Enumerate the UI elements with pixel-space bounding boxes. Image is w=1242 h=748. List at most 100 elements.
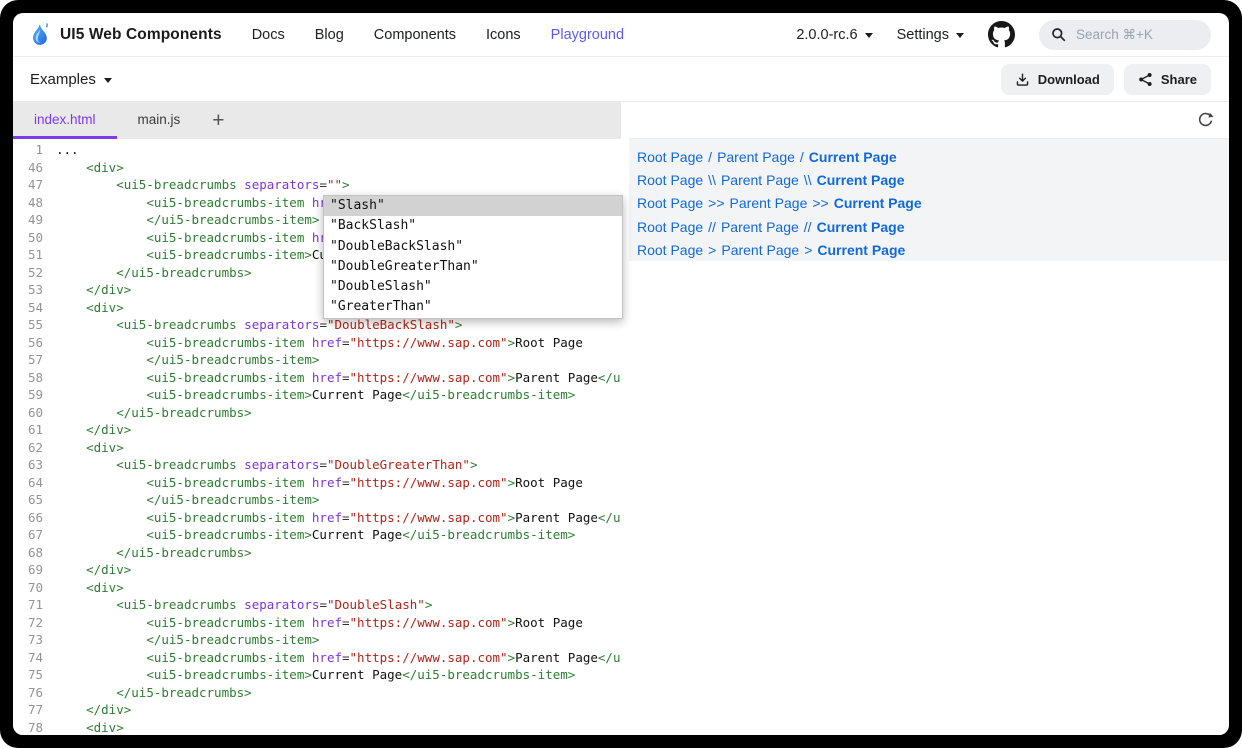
line-number: 49: [13, 211, 43, 229]
line-content: </ui5-breadcrumbs>: [56, 684, 621, 702]
github-icon: [988, 21, 1015, 48]
breadcrumb-separator: >>: [708, 195, 724, 211]
breadcrumb-link[interactable]: Root Page: [637, 195, 703, 211]
refresh-button[interactable]: [1197, 112, 1214, 129]
line-number: 55: [13, 316, 43, 334]
line-number: 74: [13, 649, 43, 667]
autocomplete-popup: "Slash""BackSlash""DoubleBackSlash""Doub…: [323, 195, 623, 319]
screenshot-window: { "header": { "brand": "UI5 Web Componen…: [0, 0, 1242, 748]
nav-playground[interactable]: Playground: [551, 27, 624, 43]
autocomplete-option[interactable]: "BackSlash": [324, 216, 622, 236]
code-line: 47 <ui5-breadcrumbs separators="">: [13, 176, 621, 194]
breadcrumb-current[interactable]: Current Page: [817, 219, 905, 235]
examples-dropdown[interactable]: Examples: [30, 71, 112, 88]
line-number: 63: [13, 456, 43, 474]
line-content: </ui5-breadcrumbs-item>: [56, 351, 621, 369]
code-line: 60 </ui5-breadcrumbs>: [13, 404, 621, 422]
code-line: 68 </ui5-breadcrumbs>: [13, 544, 621, 562]
code-line: 73 </ui5-breadcrumbs-item>: [13, 631, 621, 649]
main-nav: Docs Blog Components Icons Playground: [252, 27, 624, 43]
tab-index.html[interactable]: index.html: [13, 102, 117, 139]
breadcrumb-link[interactable]: Parent Page: [717, 149, 795, 165]
breadcrumb-link[interactable]: Parent Page: [721, 219, 799, 235]
line-content: <ui5-breadcrumbs-item href="https://www.…: [56, 474, 621, 492]
app-window: UI5 Web Components Docs Blog Components Ico…: [13, 13, 1229, 735]
breadcrumb-link[interactable]: Parent Page: [721, 242, 799, 258]
autocomplete-option[interactable]: "GreaterThan": [324, 297, 622, 317]
settings-dropdown[interactable]: Settings: [897, 27, 964, 43]
nav-docs[interactable]: Docs: [252, 27, 285, 43]
breadcrumb-link[interactable]: Root Page: [637, 242, 703, 258]
breadcrumb: Root Page\\Parent Page\\Current Page: [629, 168, 1229, 191]
line-number: 58: [13, 369, 43, 387]
version-label: 2.0.0-rc.6: [796, 27, 857, 43]
brand[interactable]: UI5 Web Components: [29, 21, 222, 49]
tab-main.js[interactable]: main.js: [117, 102, 202, 139]
breadcrumb: Root Page>Parent Page>Current Page: [629, 239, 1229, 262]
code-line: 70 <div>: [13, 579, 621, 597]
download-label: Download: [1038, 72, 1100, 87]
code-line: 63 <ui5-breadcrumbs separators="DoubleGr…: [13, 456, 621, 474]
autocomplete-option[interactable]: "Slash": [324, 196, 622, 216]
preview-toolbar: [629, 102, 1229, 139]
autocomplete-option[interactable]: "DoubleGreaterThan": [324, 257, 622, 277]
line-number: 72: [13, 614, 43, 632]
line-number: 57: [13, 351, 43, 369]
code-line: 72 <ui5-breadcrumbs-item href="https://w…: [13, 614, 621, 632]
github-link[interactable]: [988, 21, 1015, 48]
preview-pane: Root Page/Parent Page/Current PageRoot P…: [629, 102, 1229, 735]
line-content: <ui5-breadcrumbs-item href="https://www.…: [56, 614, 621, 632]
line-content: <ui5-breadcrumbs-item href="https://www.…: [56, 649, 621, 667]
line-number: 61: [13, 421, 43, 439]
code-line: 74 <ui5-breadcrumbs-item href="https://w…: [13, 649, 621, 667]
code-line: 61 </div>: [13, 421, 621, 439]
breadcrumb-link[interactable]: Parent Page: [730, 195, 808, 211]
examples-toolbar: Examples Download Share: [13, 57, 1229, 102]
line-content: </div>: [56, 421, 621, 439]
code-line: 76 </ui5-breadcrumbs>: [13, 684, 621, 702]
share-button[interactable]: Share: [1124, 64, 1211, 95]
nav-blog[interactable]: Blog: [315, 27, 344, 43]
line-content: <div>: [56, 579, 621, 597]
navbar-right: 2.0.0-rc.6 Settings: [796, 20, 1211, 50]
breadcrumb-current[interactable]: Current Page: [809, 149, 897, 165]
download-button[interactable]: Download: [1001, 64, 1114, 95]
breadcrumb-current[interactable]: Current Page: [834, 195, 922, 211]
line-content: </div>: [56, 561, 621, 579]
code-line: 62 <div>: [13, 439, 621, 457]
search-box[interactable]: [1039, 20, 1211, 50]
line-number: 54: [13, 299, 43, 317]
code-line: 1...: [13, 141, 621, 159]
line-number: 50: [13, 229, 43, 247]
line-content: </ui5-breadcrumbs-item>: [56, 631, 621, 649]
breadcrumb-link[interactable]: Root Page: [637, 172, 703, 188]
line-number: 69: [13, 561, 43, 579]
add-tab-button[interactable]: +: [201, 102, 235, 139]
breadcrumb-current[interactable]: Current Page: [817, 242, 905, 258]
line-content: <div>: [56, 159, 621, 177]
version-dropdown[interactable]: 2.0.0-rc.6: [796, 27, 872, 43]
line-number: 65: [13, 491, 43, 509]
line-number: 64: [13, 474, 43, 492]
autocomplete-option[interactable]: "DoubleSlash": [324, 277, 622, 297]
breadcrumb-link[interactable]: Parent Page: [721, 172, 799, 188]
breadcrumb-link[interactable]: Root Page: [637, 219, 703, 235]
nav-icons[interactable]: Icons: [486, 27, 521, 43]
autocomplete-option[interactable]: "DoubleBackSlash": [324, 237, 622, 257]
line-number: 53: [13, 281, 43, 299]
breadcrumb-separator: >>: [812, 195, 828, 211]
breadcrumb-current[interactable]: Current Page: [817, 172, 905, 188]
breadcrumb: Root Page>>Parent Page>>Current Page: [629, 192, 1229, 215]
chevron-down-icon: [865, 33, 873, 38]
breadcrumb-link[interactable]: Root Page: [637, 149, 703, 165]
breadcrumb-separator: //: [804, 219, 812, 235]
code-line: 67 <ui5-breadcrumbs-item>Current Page</u…: [13, 526, 621, 544]
code-line: 78 <div>: [13, 719, 621, 736]
code-line: 58 <ui5-breadcrumbs-item href="https://w…: [13, 369, 621, 387]
top-navbar: UI5 Web Components Docs Blog Components Ico…: [13, 13, 1229, 57]
search-input[interactable]: [1074, 26, 1194, 43]
breadcrumb: Root Page/Parent Page/Current Page: [629, 145, 1229, 168]
nav-components[interactable]: Components: [374, 27, 456, 43]
line-number: 1: [13, 141, 43, 159]
line-content: </ui5-breadcrumbs>: [56, 544, 621, 562]
